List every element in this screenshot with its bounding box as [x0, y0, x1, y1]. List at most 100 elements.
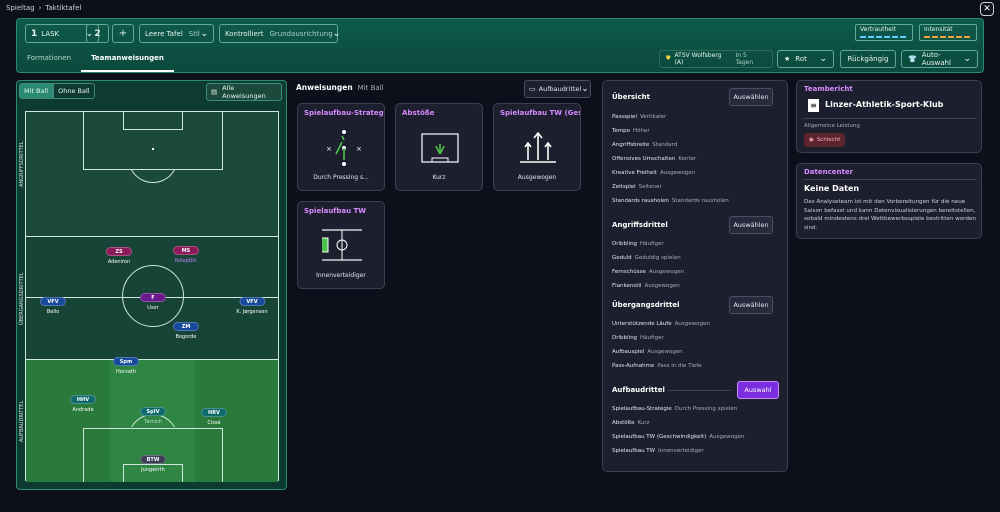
breadcrumb: Spieltag › Taktiktafel	[6, 4, 81, 12]
performance-label: Allgemeine Leistung	[804, 123, 860, 129]
tab-teamanweisungen[interactable]: Teamanweisungen	[81, 48, 174, 72]
instruction-card-gk-distribution[interactable]: Spielaufbau TW Innenverteidiger	[297, 201, 385, 289]
item-value: Ausgewogen	[709, 434, 745, 440]
item-label: Abstöße	[612, 420, 635, 426]
player-name: Usor	[147, 305, 159, 311]
add-tactic-button[interactable]: +	[112, 24, 134, 43]
player-ms[interactable]: MS Kolejdžić	[173, 246, 199, 264]
auto-select-label: Auto-Auswahl	[921, 51, 951, 67]
player-zm[interactable]: ZM Bogorde	[173, 322, 199, 340]
list-item: Spielaufbau TW (Geschwindigkeit) Ausgewog…	[612, 434, 744, 440]
shirt-icon: 👕	[908, 55, 917, 63]
breadcrumb-item-spieltag[interactable]: Spieltag	[6, 4, 35, 12]
position-tag: ZS	[106, 247, 132, 256]
position-tag: VFV	[40, 297, 66, 306]
item-value: Häufiger	[640, 241, 664, 247]
player-name: Kolejdžić	[175, 258, 197, 264]
select-attacking-button[interactable]: Auswählen	[729, 216, 773, 234]
list-item: Flankenstil Ausgewogen	[612, 283, 680, 289]
item-label: Standards rausholen	[612, 198, 669, 204]
item-label: Zeitspiel	[612, 184, 636, 190]
list-item: Zeitspiel Seltener	[612, 184, 662, 190]
item-label: Angriffsbreite	[612, 142, 650, 148]
item-value: Ausgewogen	[659, 170, 696, 176]
player-btw[interactable]: BTW Jungwirth	[140, 455, 166, 473]
third-filter-dropdown[interactable]: ▭ Aufbaudrittel ⌄	[524, 80, 591, 98]
third-filter-value: Aufbaudrittel	[538, 85, 582, 93]
item-value: Ausgewogen	[647, 349, 683, 355]
player-f[interactable]: F Usor	[140, 293, 166, 311]
player-spm[interactable]: Spm Horvath	[113, 357, 139, 375]
toggle-without-ball[interactable]: Ohne Ball	[53, 83, 95, 99]
list-item: Dribbling Häufiger	[612, 335, 664, 341]
team-report-card[interactable]: Teambericht ≡ Linzer-Athletik-Sport-Klub…	[796, 80, 982, 153]
status-badge-text: Schlecht	[816, 137, 841, 143]
auto-select-button[interactable]: 👕 Auto-Auswahl ⌄	[901, 50, 978, 68]
instructions-title: Anweisungen	[296, 83, 353, 92]
all-instructions-button[interactable]: ▤ Alle Anweisungen	[206, 83, 282, 101]
instruction-card-gk-speed[interactable]: Spielaufbau TW (Geschwindigkeit) Ausgewo…	[493, 103, 581, 191]
select-buildup-button[interactable]: Auswahl	[737, 381, 779, 399]
item-label: Dribbling	[612, 335, 638, 341]
player-hhv[interactable]: HHV Andrade	[70, 395, 96, 413]
item-value: Standards rausholen	[671, 198, 729, 204]
tactic-2-button[interactable]: 2	[86, 24, 109, 43]
position-tag: HRV	[201, 408, 227, 417]
position-tag: BTW	[140, 455, 166, 464]
item-value: Seltener	[638, 184, 662, 190]
player-name: Bogorde	[175, 334, 197, 340]
toggle-with-ball[interactable]: Mit Ball	[19, 83, 54, 99]
breadcrumb-item-taktiktafel: Taktiktafel	[45, 4, 82, 12]
chevron-right-icon: ›	[38, 4, 42, 12]
select-overview-button[interactable]: Auswählen	[729, 88, 773, 106]
list-item: Tempo Höher	[612, 128, 650, 134]
list-item: Standards rausholen Standards rausholen	[612, 198, 729, 204]
list-item: Kreative Freiheit Ausgewogen	[612, 170, 695, 176]
position-tag: MS	[173, 246, 199, 255]
intensity-label: Intensität	[924, 26, 953, 33]
mode-selector[interactable]: Leere Tafel Stil ⌄	[139, 24, 214, 43]
control-selector[interactable]: Kontrolliert Grundausrichtung ⌄	[219, 24, 340, 43]
select-transition-button[interactable]: Auswählen	[729, 296, 773, 314]
club-name: Linzer-Athletik-Sport-Klub	[825, 100, 944, 109]
position-tag: HHV	[70, 395, 96, 404]
item-label: Spielaufbau TW (Geschwindigkeit)	[612, 434, 707, 440]
item-value: Durch Pressing spielen	[674, 406, 738, 412]
tab-formationen[interactable]: Formationen	[17, 48, 81, 72]
intensity-meter[interactable]: Intensität	[919, 24, 977, 41]
player-name: Bello	[46, 309, 60, 315]
zone-label-transition: ÜBERGANGSDRITTEL	[19, 272, 25, 325]
control-value: Grundausrichtung	[269, 29, 333, 38]
player-vfv-left[interactable]: VFV Bello	[40, 297, 66, 315]
tactic-1-name: LASK	[41, 29, 60, 38]
player-name: Jungwirth	[141, 467, 165, 473]
item-label: Kreative Freiheit	[612, 170, 657, 176]
divider	[803, 118, 977, 119]
player-name: Tarnich	[144, 419, 162, 425]
familiarity-meter[interactable]: Vertrautheit	[855, 24, 913, 41]
divider	[803, 179, 977, 180]
position-tag: VFV	[238, 297, 265, 306]
instruction-card-goal-kicks[interactable]: Abstöße Kurz	[395, 103, 483, 191]
list-item: Offensives Umschalten Konter	[612, 156, 696, 162]
item-label: Passspiel	[612, 114, 637, 120]
player-hrv[interactable]: HRV Cissé	[201, 408, 227, 426]
penalty-spot	[152, 148, 154, 150]
chevron-down-icon: ⌄	[200, 28, 208, 39]
instruction-card-buildup-strategy[interactable]: Spielaufbau-Strategie × × Durch Pressing…	[297, 103, 385, 191]
list-icon: ▭	[529, 85, 536, 93]
club-crest-icon: ≡	[808, 99, 819, 112]
instructions-header: Anweisungen Mit Ball	[296, 83, 384, 92]
next-opponent[interactable]: ⛊ ATSV Wolfsberg (A) In 5 Tagen	[659, 50, 773, 68]
undo-button[interactable]: Rückgängig	[840, 50, 896, 68]
third-line	[26, 236, 278, 237]
close-button[interactable]: ✕	[980, 2, 994, 16]
player-spiv[interactable]: SpIV Tarnich	[140, 407, 166, 425]
player-zs[interactable]: ZS Adeniron	[106, 247, 132, 265]
player-name: Cissé	[207, 420, 221, 426]
player-vfv-right[interactable]: VFV K. Jørgensen	[236, 297, 268, 315]
role-selector[interactable]: ★ Rot ⌄	[777, 50, 834, 68]
item-label: Geduld	[612, 255, 632, 261]
card-title: Spielaufbau-Strategie	[304, 109, 384, 117]
card-title: Spielaufbau TW	[304, 207, 367, 215]
